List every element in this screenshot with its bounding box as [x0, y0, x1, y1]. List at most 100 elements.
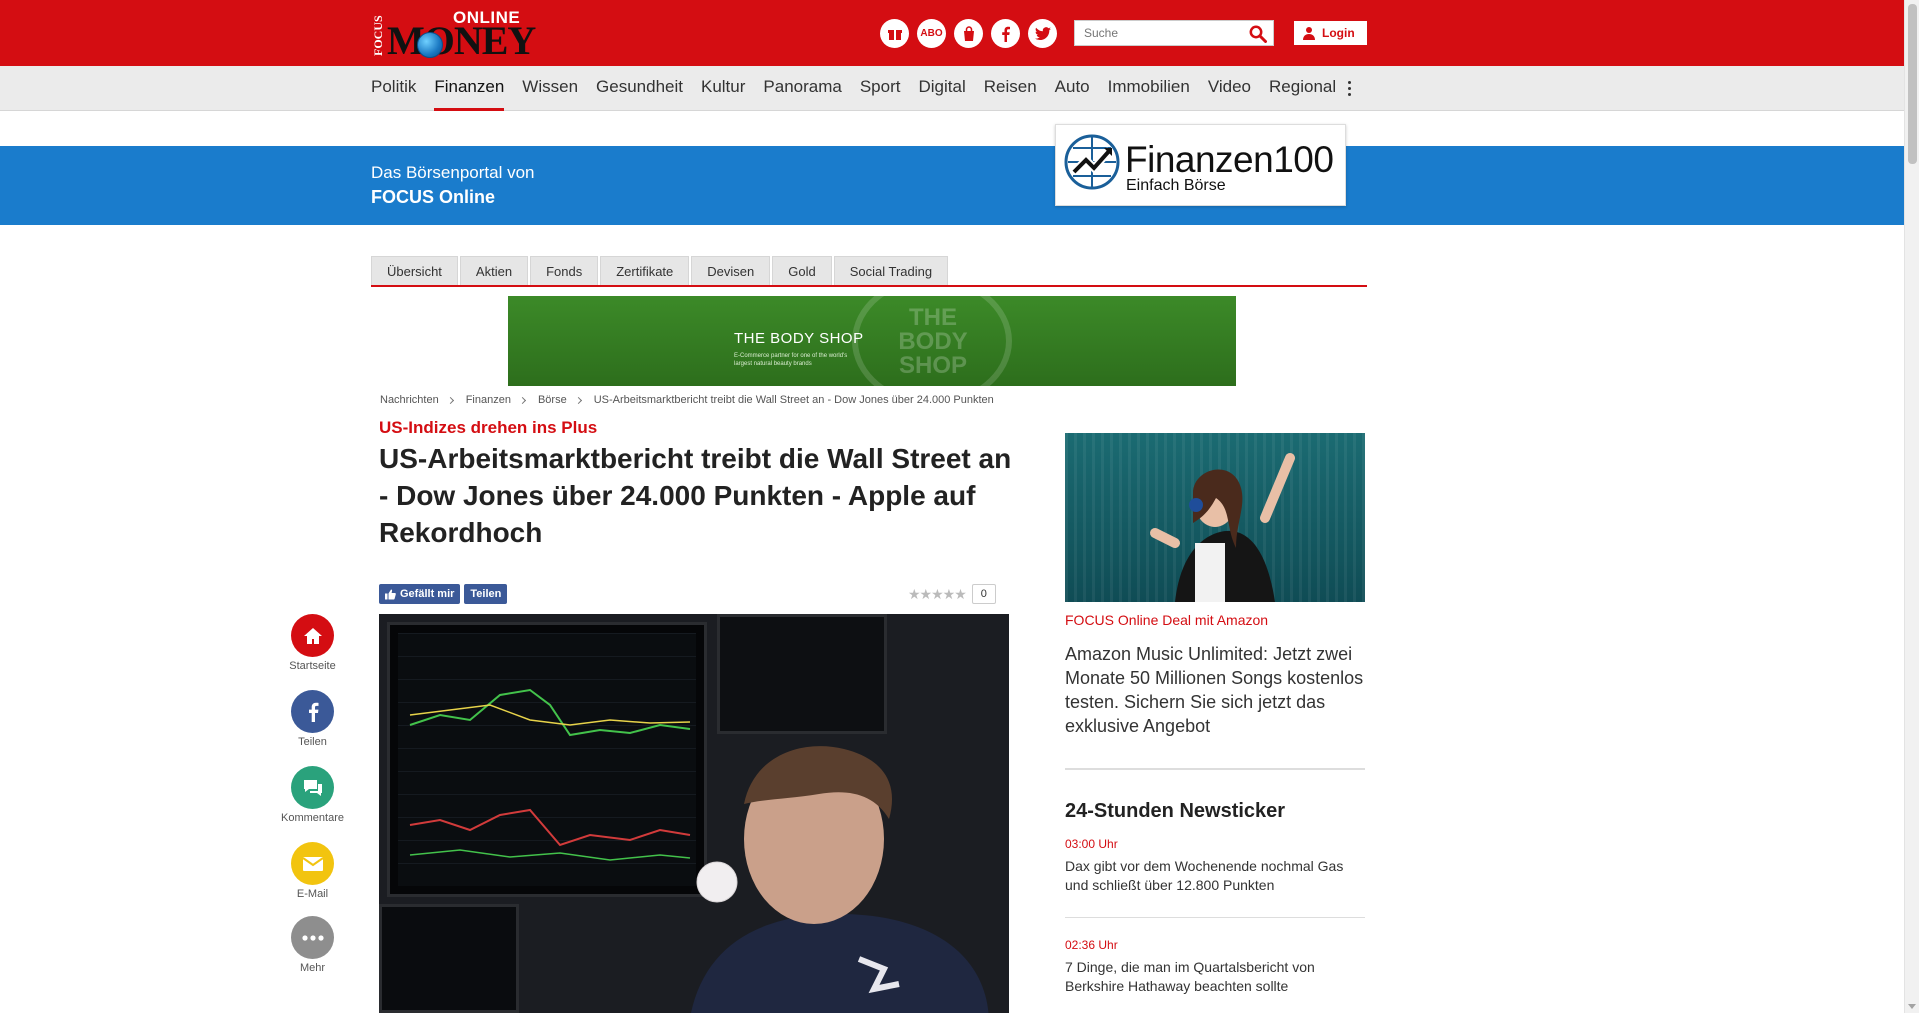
- article-photo-trader: [379, 614, 1009, 1013]
- focus-money-logo[interactable]: FOCUS ONLINE MONEY: [371, 8, 536, 63]
- nav-item-panorama[interactable]: Panorama: [763, 66, 841, 111]
- login-label: Login: [1322, 26, 1355, 40]
- nav-item-video[interactable]: Video: [1208, 66, 1251, 111]
- nav-item-sport[interactable]: Sport: [860, 66, 901, 111]
- rail-label: Startseite: [289, 660, 336, 672]
- bag-icon[interactable]: [954, 19, 983, 48]
- ad-brand: THE BODY SHOP: [734, 330, 864, 347]
- twitter-icon[interactable]: [1028, 19, 1057, 48]
- rail-e-mail-button[interactable]: E-Mail: [280, 842, 345, 900]
- rail-label: Kommentare: [281, 812, 344, 824]
- facebook-icon: [291, 690, 334, 733]
- user-icon: [1303, 27, 1315, 40]
- login-button[interactable]: Login: [1294, 21, 1367, 45]
- ticker-text: Dax gibt vor dem Wochenende nochmal Gas …: [1065, 858, 1344, 893]
- subtab-aktien[interactable]: Aktien: [459, 256, 529, 285]
- finance-subtabs: Übersicht Aktien Fonds Zertifikate Devisen Go…: [371, 256, 1367, 287]
- nav-item-kultur[interactable]: Kultur: [701, 66, 745, 111]
- rail-label: E-Mail: [296, 888, 329, 900]
- main-nav: Politik Finanzen Wissen Gesundheit Kultur Pan…: [0, 66, 1904, 111]
- like-button[interactable]: Gefällt mir: [379, 584, 461, 604]
- share-label: Teilen: [470, 588, 502, 600]
- chevron-right-icon: [574, 396, 582, 404]
- rating-count: 0: [971, 584, 996, 604]
- rail-label: Teilen: [298, 736, 327, 748]
- subtab-social-trading[interactable]: Social Trading: [833, 256, 949, 285]
- chevron-right-icon: [446, 396, 454, 404]
- banner-line2[interactable]: FOCUS Online: [371, 187, 495, 208]
- share-button[interactable]: Teilen: [464, 584, 508, 604]
- rail-label: Mehr: [299, 962, 326, 974]
- header-icons: ABO: [880, 19, 1057, 49]
- ad-watermark: THE BODY SHOP: [898, 304, 968, 379]
- abo-label: ABO: [920, 28, 943, 39]
- thumbs-up-icon: [385, 589, 396, 599]
- nav-item-digital[interactable]: Digital: [918, 66, 965, 111]
- logo-money-text: MONEY: [387, 18, 536, 63]
- more-icon: [291, 916, 334, 959]
- rail-teilen-button[interactable]: Teilen: [280, 690, 345, 748]
- promo-title[interactable]: Amazon Music Unlimited: Jetzt zwei Monat…: [1065, 642, 1365, 738]
- amazon-music-promo-image[interactable]: [1065, 433, 1365, 602]
- article-rating: ★★★★★ 0: [908, 584, 996, 604]
- subtab-gold[interactable]: Gold: [772, 256, 832, 285]
- social-buttons: Gefällt mir Teilen: [379, 584, 508, 604]
- finanzen100-title: Finanzen100: [1125, 139, 1334, 180]
- ticker-item[interactable]: 03:00 Uhr Dax gibt vor dem Wochenende no…: [1065, 837, 1365, 895]
- trader-figure: [691, 746, 989, 1013]
- finanzen100-subtitle: Einfach Börse: [1126, 177, 1226, 194]
- third-monitor: [379, 904, 519, 1013]
- finanzen100-chart-icon: [1064, 134, 1120, 190]
- subtab-zertifikate[interactable]: Zertifikate: [600, 256, 690, 285]
- sidebar-divider: [1065, 768, 1365, 770]
- abo-icon[interactable]: ABO: [917, 19, 946, 48]
- page-scrollbar[interactable]: [1904, 0, 1919, 1013]
- newsticker-title: 24-Stunden Newsticker: [1065, 800, 1286, 822]
- nav-item-reisen[interactable]: Reisen: [984, 66, 1037, 111]
- breadcrumb-item[interactable]: Finanzen: [466, 394, 511, 406]
- article-headline: US-Arbeitsmarktbericht treibt die Wall S…: [379, 443, 1012, 548]
- article-kicker: US-Indizes drehen ins Plus: [379, 418, 598, 437]
- boersenportal-banner: Das Börsenportal von FOCUS Online: [0, 146, 1904, 225]
- ticker-item[interactable]: 02:36 Uhr 7 Dinge, die man im Quartalsbe…: [1065, 938, 1365, 996]
- promo-kicker[interactable]: FOCUS Online Deal mit Amazon: [1065, 612, 1268, 628]
- search-icon[interactable]: [1249, 25, 1267, 43]
- subtab-devisen[interactable]: Devisen: [691, 256, 771, 285]
- page: FOCUS ONLINE MONEY ABO Suche Login Polit…: [0, 0, 1919, 1013]
- rail-kommentare-button[interactable]: Kommentare: [280, 766, 345, 824]
- banner-line1: Das Börsenportal von: [371, 163, 535, 182]
- scroll-down-arrow-icon[interactable]: [1908, 1004, 1916, 1009]
- second-monitor: [717, 614, 887, 734]
- rail-startseite-button[interactable]: Startseite: [280, 614, 345, 672]
- nav-item-immobilien[interactable]: Immobilien: [1108, 66, 1190, 111]
- subtab-übersicht[interactable]: Übersicht: [371, 256, 458, 285]
- body-shop-ad[interactable]: THE BODY SHOP THE BODY SHOP E-Commerce p…: [508, 296, 1236, 386]
- scrollbar-thumb[interactable]: [1908, 4, 1917, 164]
- home-icon: [291, 614, 334, 657]
- nav-item-regional[interactable]: Regional: [1269, 66, 1336, 111]
- subtab-fonds[interactable]: Fonds: [530, 256, 599, 285]
- rail-mehr-button[interactable]: Mehr: [280, 916, 345, 974]
- breadcrumb-item: US-Arbeitsmarktbericht treibt die Wall S…: [593, 394, 994, 406]
- breadcrumb-item[interactable]: Börse: [538, 394, 567, 406]
- ad-description: E-Commerce partner for one of the world'…: [734, 353, 848, 367]
- breadcrumb-item[interactable]: Nachrichten: [380, 394, 439, 406]
- facebook-icon[interactable]: [991, 19, 1020, 48]
- nav-item-gesundheit[interactable]: Gesundheit: [596, 66, 683, 111]
- top-header: FOCUS ONLINE MONEY ABO Suche Login: [0, 0, 1904, 66]
- search-input[interactable]: [1075, 21, 1245, 45]
- rating-stars[interactable]: ★★★★★: [908, 586, 967, 603]
- more-menu-icon[interactable]: [1348, 81, 1352, 97]
- ticker-divider: [1065, 917, 1365, 918]
- comments-icon: [291, 766, 334, 809]
- chevron-right-icon: [518, 396, 527, 404]
- like-label: Gefällt mir: [400, 588, 455, 600]
- nav-item-finanzen[interactable]: Finanzen: [434, 66, 504, 111]
- nav-item-auto[interactable]: Auto: [1055, 66, 1090, 111]
- nav-item-politik[interactable]: Politik: [371, 66, 416, 111]
- logo-focus-text: FOCUS: [371, 15, 385, 56]
- globe-icon: [417, 32, 443, 58]
- gift-icon[interactable]: [880, 19, 909, 48]
- finanzen100-logo[interactable]: Finanzen100 Einfach Börse: [1055, 124, 1346, 206]
- nav-item-wissen[interactable]: Wissen: [522, 66, 578, 111]
